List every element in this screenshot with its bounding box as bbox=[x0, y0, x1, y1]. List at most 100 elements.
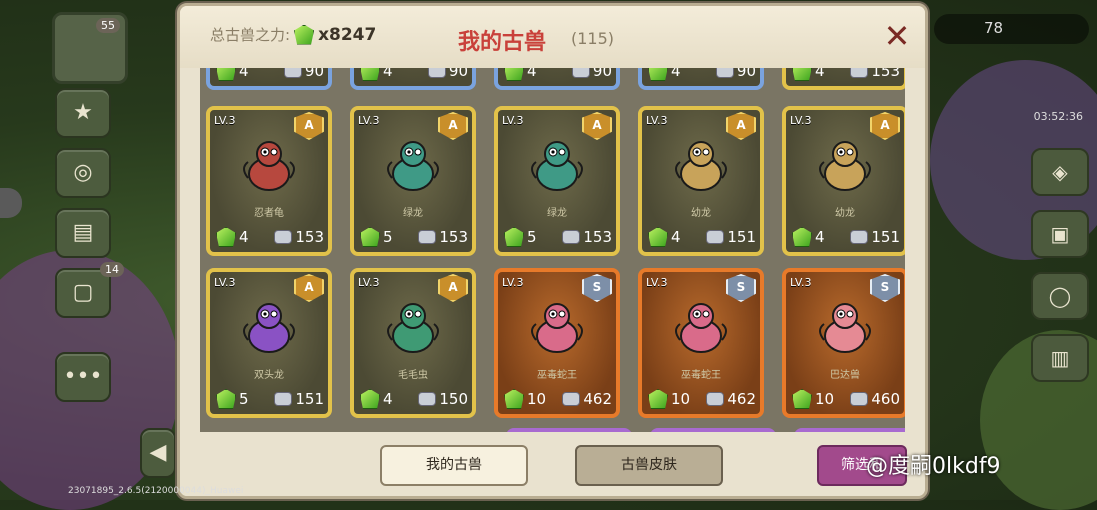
book-button[interactable]: ▤ bbox=[55, 208, 111, 258]
power-stat: 153 bbox=[850, 68, 900, 80]
beast-card-partial[interactable]: 4 90 bbox=[206, 68, 332, 90]
fist-icon bbox=[283, 68, 302, 78]
beast-name: 巫毒蛇王 bbox=[537, 370, 577, 381]
beast-collection-panel: 总古兽之力: x8247 我的古兽 (115) ✕ 4 90 4 90 4 90 4 90 4 1… bbox=[177, 3, 928, 499]
beast-name: 绿龙 bbox=[403, 208, 423, 219]
tab-beast-skins[interactable]: 古兽皮肤 bbox=[575, 445, 723, 486]
beast-name: 毛毛虫 bbox=[398, 370, 428, 381]
gem-icon bbox=[504, 227, 524, 247]
close-icon: ✕ bbox=[883, 17, 911, 55]
badge-count: 55 bbox=[96, 18, 120, 33]
gem-value: 5 bbox=[527, 228, 537, 246]
beast-grid[interactable]: 4 90 4 90 4 90 4 90 4 153 LV.3 A 忍者龟 4 153 LV.3 A 绿龙 5 153… bbox=[200, 68, 905, 432]
resource-count: 78 bbox=[984, 19, 1004, 37]
fist-icon bbox=[427, 68, 446, 78]
gem-stat: 10 bbox=[648, 389, 690, 409]
beast-portrait bbox=[675, 303, 727, 353]
power-value: 90 bbox=[736, 68, 756, 80]
beast-card[interactable]: LV.3 A 绿龙 5 153 bbox=[350, 106, 476, 256]
fist-icon bbox=[562, 392, 581, 406]
power-value: 153 bbox=[583, 228, 612, 246]
total-power-value: x8247 bbox=[318, 24, 377, 45]
gem-icon bbox=[216, 227, 236, 247]
star-button[interactable]: ★ bbox=[55, 88, 111, 138]
beast-card-partial[interactable]: 4 90 bbox=[350, 68, 476, 90]
power-value: 151 bbox=[871, 228, 900, 246]
card-stats: 4 90 bbox=[648, 68, 756, 81]
total-power-label: 总古兽之力: bbox=[210, 26, 291, 44]
gem-stat: 10 bbox=[792, 389, 834, 409]
beast-portrait bbox=[675, 141, 727, 191]
power-stat: 90 bbox=[715, 68, 756, 80]
bag-button[interactable]: ▥ bbox=[1031, 334, 1089, 382]
beast-level: LV.3 bbox=[214, 276, 236, 289]
beast-card[interactable]: LV.3 A 幼龙 4 151 bbox=[782, 106, 905, 256]
chat-badge: 14 bbox=[100, 262, 124, 277]
beast-level: LV.3 bbox=[646, 276, 668, 289]
gem-icon bbox=[648, 227, 668, 247]
gem-icon bbox=[504, 389, 524, 409]
beast-card[interactable]: LV.3 S 巫毒蛇王 10 462 bbox=[638, 268, 764, 418]
power-value: 462 bbox=[583, 390, 612, 408]
beast-portrait bbox=[531, 141, 583, 191]
bag-icon: ▥ bbox=[1050, 346, 1070, 370]
beast-level: LV.3 bbox=[646, 114, 668, 127]
helmet-button[interactable]: ◎ bbox=[55, 148, 111, 198]
fist-icon bbox=[850, 392, 869, 406]
side-toggle-tab[interactable] bbox=[0, 188, 22, 218]
quest-button[interactable]: ◈ bbox=[1031, 148, 1089, 196]
gem-icon bbox=[360, 389, 380, 409]
gem-value: 10 bbox=[815, 390, 835, 408]
beast-card[interactable]: LV.3 A 幼龙 4 151 bbox=[638, 106, 764, 256]
card-stats: 4 151 bbox=[648, 227, 756, 247]
gem-stat: 5 bbox=[504, 227, 537, 247]
more-button[interactable]: ••• bbox=[55, 352, 111, 402]
beast-card[interactable]: LV.3 A 忍者龟 4 153 bbox=[206, 106, 332, 256]
beast-card[interactable]: LV.3 A 绿龙 5 153 bbox=[494, 106, 620, 256]
power-value: 153 bbox=[295, 228, 324, 246]
fist-icon bbox=[562, 230, 581, 244]
beast-card-partial[interactable]: 4 153 bbox=[782, 68, 905, 90]
beast-name: 双头龙 bbox=[254, 370, 284, 381]
fist-icon bbox=[274, 230, 293, 244]
scroll-left-button[interactable]: ◀ bbox=[140, 428, 176, 478]
beast-card[interactable]: LV.3 A 双头龙 5 151 bbox=[206, 268, 332, 418]
gem-value: 10 bbox=[527, 390, 547, 408]
beast-name: 绿龙 bbox=[547, 208, 567, 219]
beast-card-partial[interactable]: 4 90 bbox=[638, 68, 764, 90]
fist-icon bbox=[850, 68, 869, 78]
gift-button[interactable]: ▣ bbox=[1031, 210, 1089, 258]
gem-icon bbox=[792, 68, 812, 81]
beast-card[interactable]: LV.3 A 毛毛虫 4 150 bbox=[350, 268, 476, 418]
beast-card[interactable]: LV.3 S 巴达兽 10 460 bbox=[782, 268, 905, 418]
fist-icon bbox=[706, 392, 725, 406]
close-button[interactable]: ✕ bbox=[880, 20, 914, 52]
gem-stat: 4 bbox=[360, 389, 393, 409]
more-icon: ••• bbox=[63, 364, 103, 389]
tab-my-beasts[interactable]: 我的古兽 bbox=[380, 445, 528, 486]
beast-level: LV.3 bbox=[790, 276, 812, 289]
beast-level: LV.3 bbox=[502, 276, 524, 289]
build-info: 23071895_2.6.5(2120000044)_Huawei bbox=[68, 486, 244, 496]
power-value: 90 bbox=[304, 68, 324, 80]
gem-value: 4 bbox=[815, 228, 825, 246]
beast-level: LV.3 bbox=[358, 114, 380, 127]
gem-icon bbox=[360, 68, 380, 81]
total-power: 总古兽之力: x8247 bbox=[210, 24, 376, 45]
egg-button[interactable]: ◯ bbox=[1031, 272, 1089, 320]
gem-value: 4 bbox=[815, 68, 825, 80]
timer-text: 03:52:36 bbox=[1033, 110, 1083, 123]
beast-portrait bbox=[387, 303, 439, 353]
beast-name: 巴达兽 bbox=[830, 370, 860, 381]
gem-stat: 4 bbox=[216, 227, 249, 247]
power-stat: 151 bbox=[706, 228, 756, 246]
gem-value: 4 bbox=[383, 68, 393, 80]
gem-stat: 4 bbox=[648, 227, 681, 247]
beast-card[interactable]: LV.3 S 巫毒蛇王 10 462 bbox=[494, 268, 620, 418]
beast-card-partial[interactable]: 4 90 bbox=[494, 68, 620, 90]
gem-value: 4 bbox=[527, 68, 537, 80]
beast-level: LV.3 bbox=[214, 114, 236, 127]
gem-stat: 4 bbox=[360, 68, 393, 81]
beast-portrait bbox=[243, 141, 295, 191]
card-stats: 5 151 bbox=[216, 389, 324, 409]
